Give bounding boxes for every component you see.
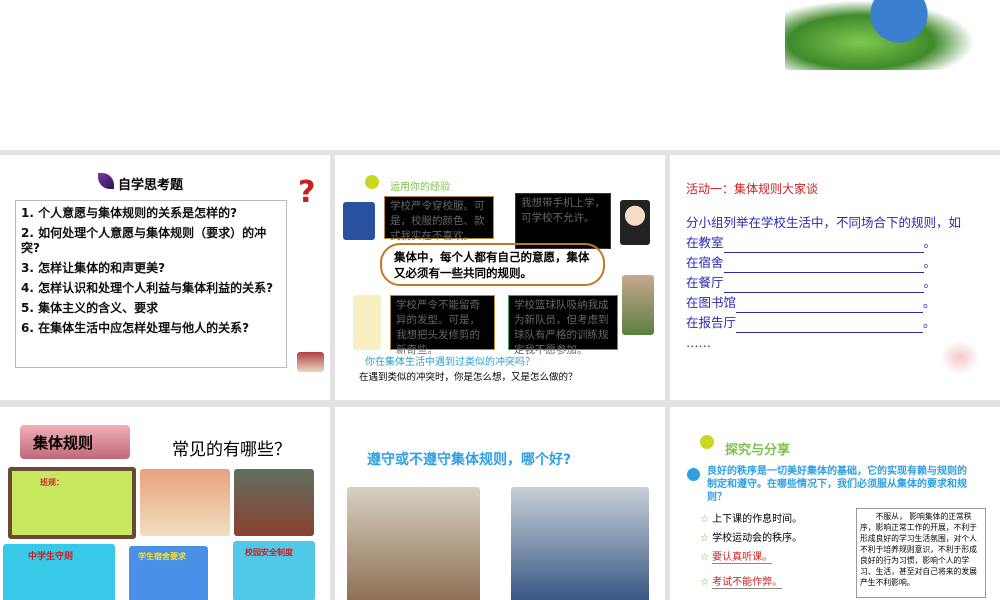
slide-experience[interactable]: 运用你的经验 学校严令穿校服。可是，校服的颜色、款式我实在不喜欢。 我想带手机上… bbox=[335, 155, 665, 400]
star-icon: ☆ bbox=[700, 552, 713, 563]
answer-item: ☆ 要认真听课。 bbox=[700, 552, 773, 564]
poster-title: 校园安全制度 bbox=[245, 548, 293, 557]
place-item: 在宿舍。 bbox=[686, 253, 946, 273]
basketball-photo bbox=[622, 275, 654, 335]
place-item: 在餐厅。 bbox=[686, 273, 946, 293]
question-mark-icon: ? bbox=[298, 175, 316, 210]
slide5-title: 遵守或不遵守集体规则，哪个好? bbox=[367, 452, 572, 468]
place-item: 在图书馆。 bbox=[686, 293, 946, 313]
classroom-photo-disorderly bbox=[511, 487, 649, 600]
ball-icon bbox=[700, 435, 714, 449]
question-item: 3. 怎样让集体的和声更美? bbox=[21, 261, 166, 275]
star-icon: ☆ bbox=[700, 533, 713, 544]
answer-list: ☆ 上下课的作息时间。 ☆ 学校运动会的秩序。 ☆ 要认真听课。 ☆ 考试不能作… bbox=[700, 510, 802, 592]
question-item: 4. 怎样认识和处理个人利益与集体利益的关系? bbox=[21, 281, 274, 295]
slide-explore-share[interactable]: 探究与分享 良好的秩序是一切美好集体的基础，它的实现有赖与规则的制定和遵守。在哪… bbox=[670, 407, 1000, 600]
question-text: 你在集体生活中遇到过类似的冲突吗？ bbox=[365, 357, 535, 368]
activity-intro: 分小组列举在学校生活中，不同场合下的规则，如 bbox=[686, 215, 962, 230]
book-image bbox=[297, 352, 324, 372]
place-item: 在教室。 bbox=[686, 233, 946, 253]
slide-activity-one[interactable]: 活动一：集体规则大家谈 分小组列举在学校生活中，不同场合下的规则，如 在教室。 … bbox=[670, 155, 1000, 400]
classroom-photo-orderly bbox=[347, 487, 480, 600]
speech-bubble: 我想带手机上学，可学校不允许。 bbox=[515, 193, 611, 249]
question-text-2: 在遇到类似的冲突时，你是怎么想，又是怎么做的？ bbox=[359, 372, 578, 383]
globe-image bbox=[785, 0, 975, 70]
question-item: 1. 个人意愿与集体规则的关系是怎样的? bbox=[21, 206, 238, 220]
slide1-title: 自学思考题 bbox=[118, 178, 184, 193]
speech-bubble: 学校篮球队吸纳我成为新队员，但考虑到球队有严格的训练规定我不愿参加。 bbox=[508, 295, 618, 356]
speech-bubble: 学校严令穿校服。可是，校服的颜色、款式我实在不喜欢。 bbox=[384, 196, 494, 242]
stairs-illustration bbox=[140, 469, 230, 536]
slide3-title: 活动一：集体规则大家谈 bbox=[686, 182, 819, 196]
feather-icon bbox=[98, 173, 114, 189]
class-rules-board bbox=[8, 467, 136, 539]
cartoon-girl bbox=[353, 295, 381, 350]
answer-item: ☆ 考试不能作弊。 bbox=[700, 577, 783, 589]
answer-item: ☆ 学校运动会的秩序。 bbox=[700, 533, 803, 544]
share-question: 良好的秩序是一切美好集体的基础，它的实现有赖与规则的制定和遵守。在哪些情况下，我… bbox=[707, 466, 967, 503]
answer-item: ☆ 上下课的作息时间。 bbox=[700, 514, 803, 525]
star-icon: ☆ bbox=[700, 577, 713, 588]
girl-avatar bbox=[620, 200, 650, 245]
ellipsis: …… bbox=[686, 335, 711, 350]
ball-icon bbox=[365, 175, 379, 189]
question-item: 5. 集体主义的含义、要求 bbox=[21, 301, 159, 315]
places-list: 在教室。 在宿舍。 在餐厅。 在图书馆。 在报告厅。 …… bbox=[686, 233, 946, 353]
poster-title: 学生宿舍要求 bbox=[138, 552, 186, 561]
flower-decoration bbox=[940, 340, 980, 375]
poster-title: 中学生守则 bbox=[28, 552, 74, 562]
consequence-note: 不服从， 影响集体的正常秩序，影响正常工作的开展，不利于形成良好的学习生活氛围，… bbox=[856, 508, 986, 598]
bullet-icon bbox=[687, 468, 700, 481]
key-message: 集体中，每个人都有自己的意愿，集体又必须有一些共同的规则。 bbox=[380, 243, 605, 286]
board-title: 班规： bbox=[40, 478, 64, 487]
slide2-title: 运用你的经验 bbox=[390, 182, 450, 193]
questions-box: 1. 个人意愿与集体规则的关系是怎样的? 2. 如何处理个人意愿与集体规则（要求… bbox=[15, 200, 287, 368]
slide-self-study[interactable]: 自学思考题 ? 1. 个人意愿与集体规则的关系是怎样的? 2. 如何处理个人意愿… bbox=[0, 155, 330, 400]
star-icon: ☆ bbox=[700, 514, 713, 525]
question-item: 2. 如何处理个人意愿与集体规则（要求）的冲突? bbox=[21, 226, 267, 255]
banner-text: 集体规则 bbox=[33, 434, 94, 452]
slide-compare[interactable]: 遵守或不遵守集体规则，哪个好? bbox=[335, 407, 665, 600]
slide6-title: 探究与分享 bbox=[725, 443, 791, 458]
race-photo bbox=[234, 469, 314, 536]
slide4-heading: 常见的有哪些？ bbox=[172, 440, 291, 460]
question-item: 6. 在集体生活中应怎样处理与他人的关系? bbox=[21, 321, 250, 335]
place-item: 在报告厅。 bbox=[686, 313, 946, 333]
top-slide[interactable] bbox=[0, 0, 1000, 150]
speech-bubble: 学校严令不能留奇异的发型。可是，我想把头发修剪的新奇些。 bbox=[390, 295, 495, 356]
boy-avatar bbox=[343, 202, 375, 240]
slide-rules[interactable]: 集体规则 常见的有哪些？ 班规： 中学生守则 学生宿舍要求 校园安全制度 bbox=[0, 407, 330, 600]
